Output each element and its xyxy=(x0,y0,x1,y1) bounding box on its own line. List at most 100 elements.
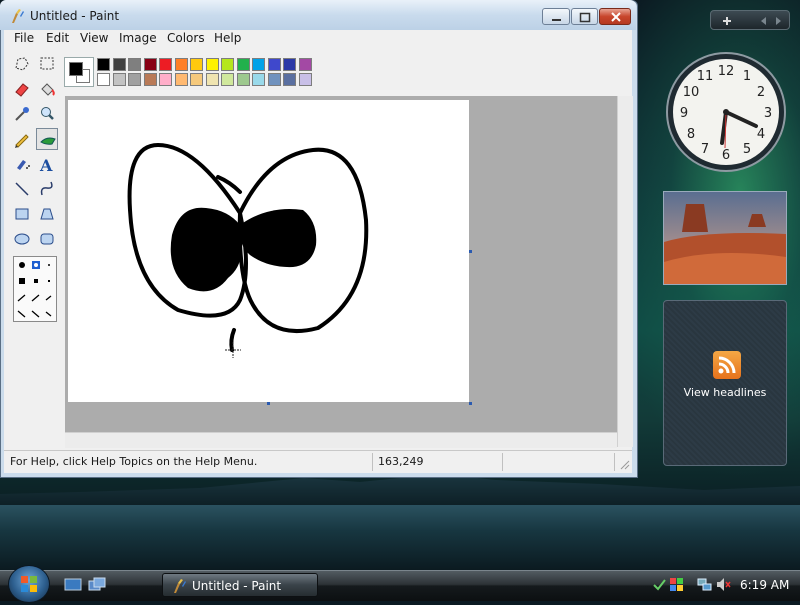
minimize-button[interactable] xyxy=(542,8,570,25)
palette-swatch[interactable] xyxy=(283,58,296,71)
palette-swatch[interactable] xyxy=(128,73,141,86)
feed-headlines-gadget[interactable] xyxy=(663,300,787,466)
palette-swatch[interactable] xyxy=(298,73,312,86)
menu-colors[interactable]: Colors xyxy=(167,31,205,45)
palette-swatch[interactable] xyxy=(112,73,126,86)
palette-swatch[interactable] xyxy=(252,58,265,71)
brush-icon xyxy=(40,137,56,145)
rss-feed-icon[interactable] xyxy=(713,351,741,379)
canvas-resize-handle-bottom[interactable] xyxy=(267,402,270,405)
menu-image[interactable]: Image xyxy=(119,31,157,45)
svg-text:5: 5 xyxy=(743,142,751,157)
palette-swatch[interactable] xyxy=(112,58,126,71)
maximize-button[interactable] xyxy=(571,8,598,25)
rectangle-tool[interactable] xyxy=(11,203,33,225)
polygon-icon xyxy=(40,208,54,220)
rounded-rect-tool[interactable] xyxy=(36,228,58,250)
foreground-color-swatch[interactable] xyxy=(69,62,83,76)
text-a-icon: A xyxy=(39,156,53,175)
view-headlines-link[interactable]: View headlines xyxy=(663,386,787,399)
palette-swatch[interactable] xyxy=(252,73,265,86)
tray-security-icon[interactable] xyxy=(669,577,684,592)
palette-swatch[interactable] xyxy=(283,73,296,86)
size-grip-icon[interactable] xyxy=(618,458,630,470)
canvas-resize-handle-corner[interactable] xyxy=(469,402,472,405)
palette-swatch[interactable] xyxy=(298,58,312,71)
palette-swatch[interactable] xyxy=(190,73,203,86)
palette-swatch[interactable] xyxy=(267,73,281,86)
palette-swatch[interactable] xyxy=(159,73,172,86)
svg-text:6: 6 xyxy=(722,148,730,163)
palette-swatch[interactable] xyxy=(236,73,250,86)
line-tool[interactable] xyxy=(11,178,33,200)
current-colors[interactable] xyxy=(64,57,94,87)
drawing-canvas[interactable] xyxy=(68,100,469,402)
menu-help[interactable]: Help xyxy=(214,31,241,45)
taskbar-clock[interactable]: 6:19 AM xyxy=(740,578,789,592)
palette-swatch[interactable] xyxy=(267,58,281,71)
palette-swatch[interactable] xyxy=(143,73,157,86)
palette-swatch[interactable] xyxy=(143,58,157,71)
slideshow-gadget[interactable] xyxy=(663,191,787,285)
magnifier-tool[interactable] xyxy=(36,103,58,125)
palette-swatch[interactable] xyxy=(97,58,110,71)
title-bar[interactable]: Untitled - Paint xyxy=(0,0,636,30)
tray-update-icon[interactable] xyxy=(652,577,667,592)
rect-select-icon xyxy=(40,57,54,70)
taskbar-button-label: Untitled - Paint xyxy=(192,579,282,593)
tray-network-icon[interactable] xyxy=(697,577,712,592)
vertical-scrollbar[interactable] xyxy=(617,96,633,447)
sidebar-control-icons xyxy=(723,17,781,25)
svg-text:2: 2 xyxy=(757,85,765,100)
menu-view[interactable]: View xyxy=(80,31,108,45)
palette-swatch[interactable] xyxy=(205,73,219,86)
brush-tool[interactable] xyxy=(36,128,58,150)
menu-edit[interactable]: Edit xyxy=(46,31,69,45)
left-blob xyxy=(170,207,241,292)
palette-swatch[interactable] xyxy=(97,73,110,86)
airbrush-tool[interactable] xyxy=(11,153,33,175)
fill-tool[interactable] xyxy=(36,78,58,100)
brush-options xyxy=(13,256,57,322)
palette-swatch[interactable] xyxy=(174,58,188,71)
right-blob xyxy=(239,209,317,268)
palette-swatch[interactable] xyxy=(159,58,172,71)
status-divider xyxy=(502,453,503,471)
horizontal-scrollbar[interactable] xyxy=(65,432,617,448)
switch-windows-icon[interactable] xyxy=(88,577,106,593)
svg-text:11: 11 xyxy=(697,69,714,84)
palette-swatch[interactable] xyxy=(221,73,234,86)
curve-tool[interactable] xyxy=(36,178,58,200)
tray-volume-muted-icon[interactable] xyxy=(716,577,731,592)
pencil-tool[interactable] xyxy=(11,128,33,150)
color-picker-tool[interactable] xyxy=(11,103,33,125)
rect-select-tool[interactable] xyxy=(36,53,58,75)
eraser-tool[interactable] xyxy=(11,78,33,100)
palette-swatch[interactable] xyxy=(174,73,188,86)
line-icon xyxy=(15,182,29,196)
text-tool[interactable]: A xyxy=(36,153,58,175)
add-gadget-icon xyxy=(723,17,731,25)
free-select-tool[interactable] xyxy=(11,53,33,75)
show-desktop-icon[interactable] xyxy=(64,577,82,593)
status-divider xyxy=(372,453,373,471)
eyedropper-icon xyxy=(15,107,29,121)
polygon-tool[interactable] xyxy=(36,203,58,225)
canvas-resize-handle-right[interactable] xyxy=(469,250,472,253)
ellipse-tool[interactable] xyxy=(11,228,33,250)
start-button[interactable] xyxy=(8,565,50,603)
status-bar: For Help, click Help Topics on the Help … xyxy=(4,450,632,473)
svg-text:7: 7 xyxy=(701,142,709,157)
fill-bucket-icon xyxy=(41,83,55,96)
svg-text:1: 1 xyxy=(743,69,751,84)
rounded-rectangle-icon xyxy=(40,233,54,245)
clock-gadget[interactable]: 12 12 345 678 91011 xyxy=(664,50,788,174)
palette-swatch[interactable] xyxy=(190,58,203,71)
free-select-icon xyxy=(15,57,29,71)
menu-file[interactable]: File xyxy=(14,31,34,45)
palette-swatch[interactable] xyxy=(221,58,234,71)
close-button[interactable] xyxy=(599,8,631,25)
palette-swatch[interactable] xyxy=(236,58,250,71)
palette-swatch[interactable] xyxy=(205,58,219,71)
palette-swatch[interactable] xyxy=(128,58,141,71)
